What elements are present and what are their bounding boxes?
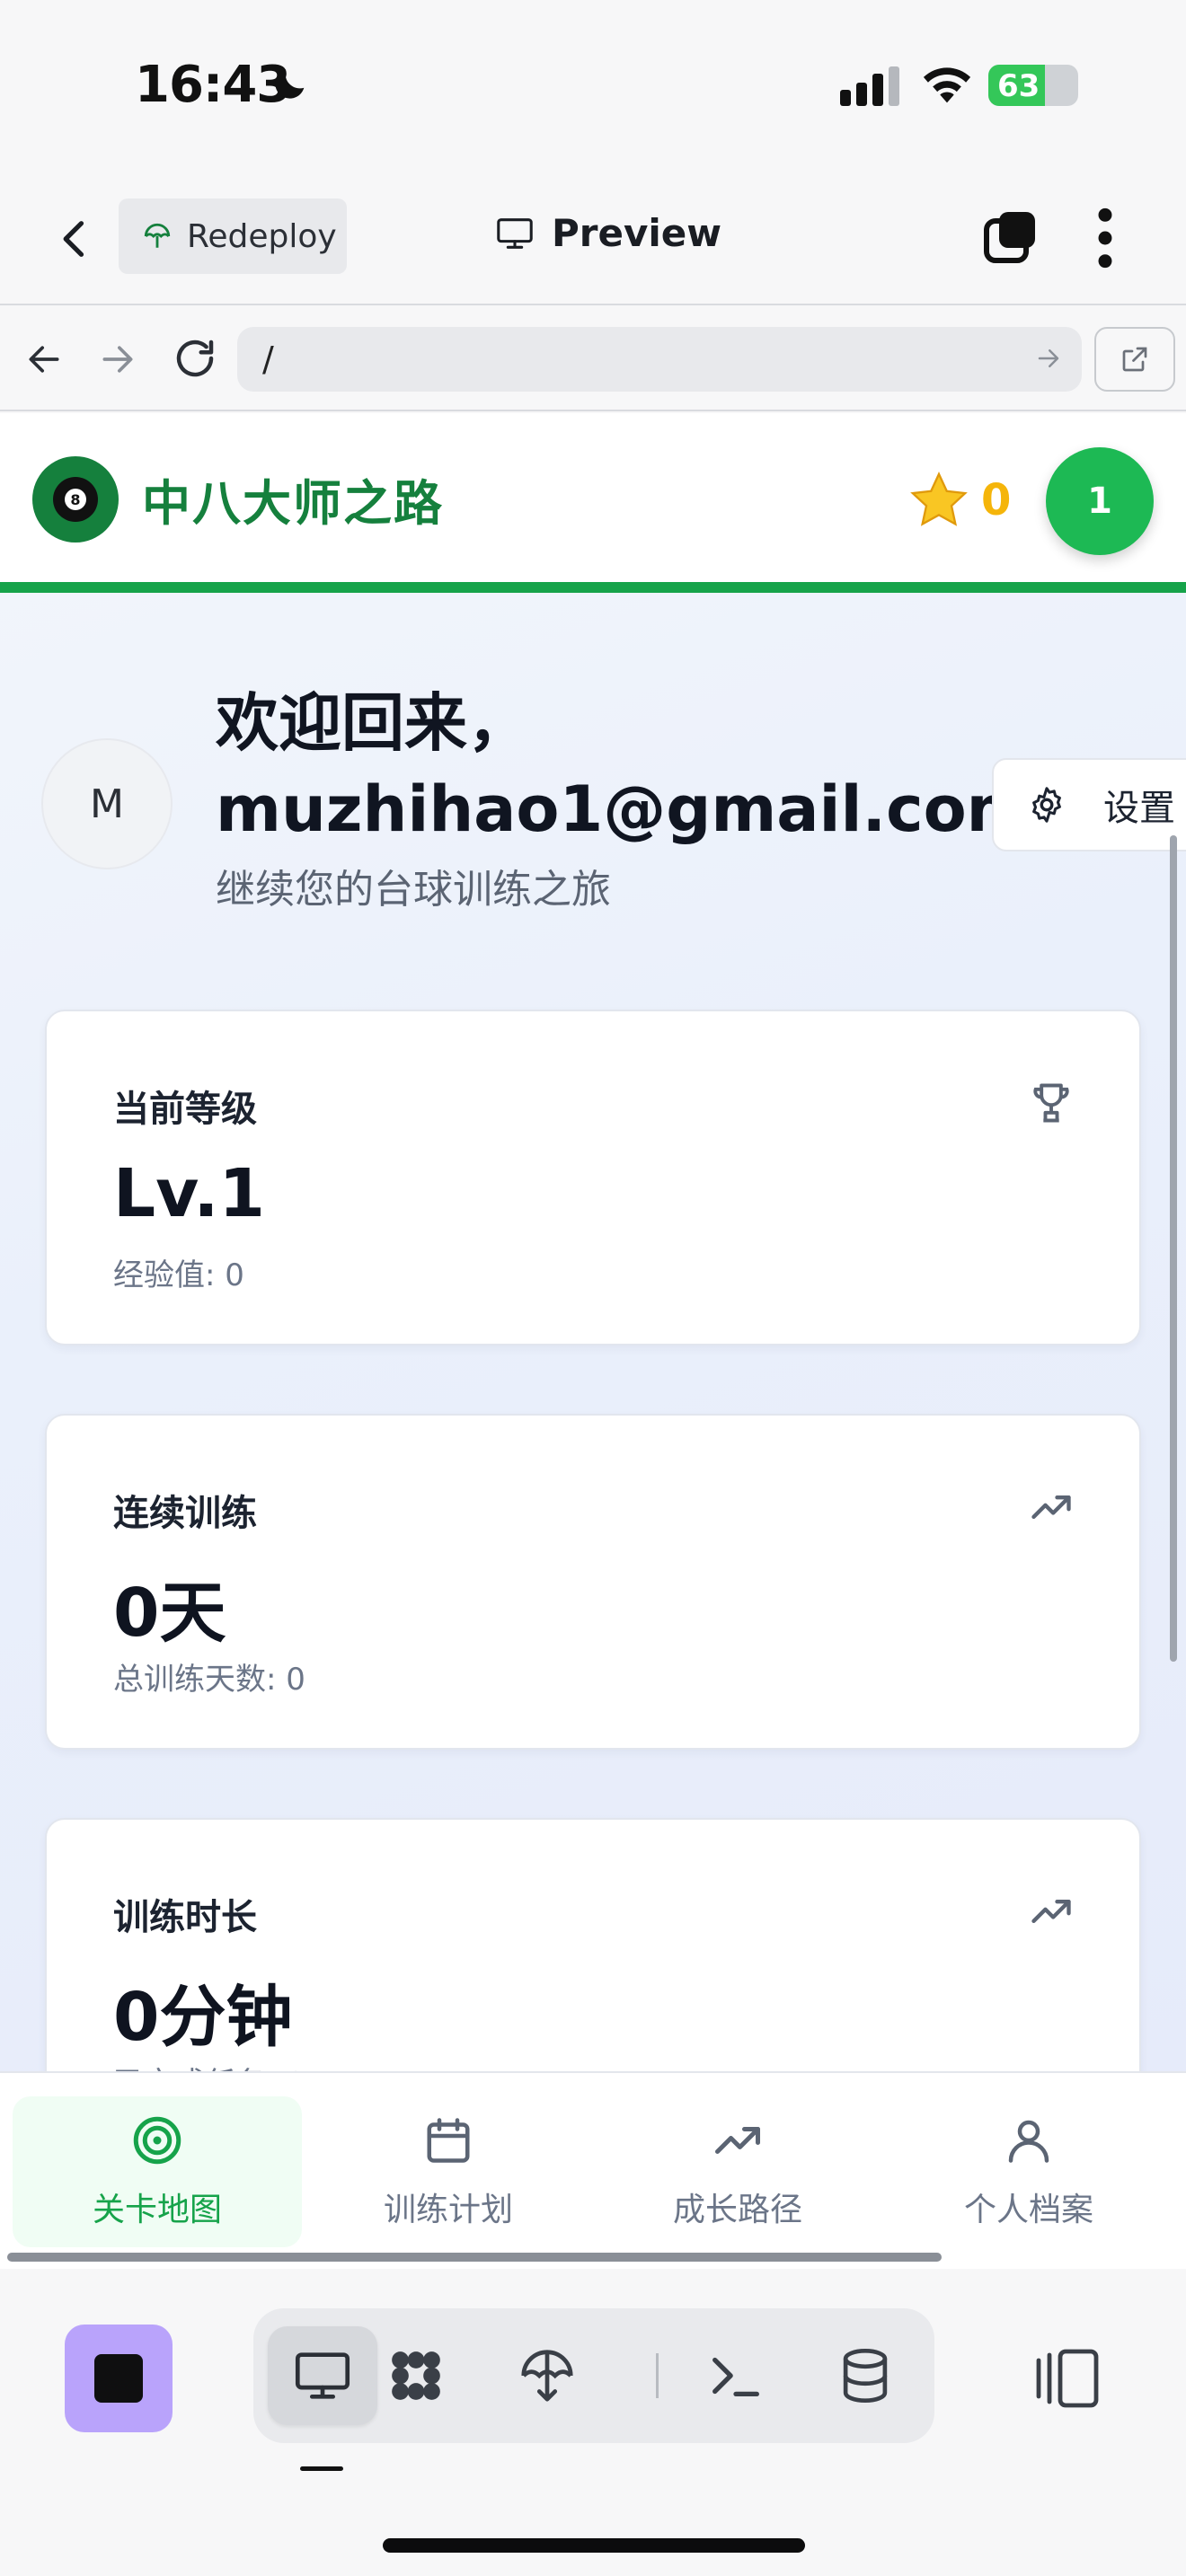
status-time: 16:43 xyxy=(135,56,291,114)
open-external-button[interactable] xyxy=(1094,327,1175,392)
welcome-email: muzhihao1@gmail.com！ xyxy=(216,772,1095,846)
star-counter: 0 xyxy=(907,469,1011,532)
star-count: 0 xyxy=(981,475,1012,525)
monitor-icon xyxy=(295,2352,350,2399)
battery-indicator: 63 xyxy=(988,65,1078,106)
stat-value: 0分钟 xyxy=(113,1979,293,2056)
browser-forward-icon[interactable] xyxy=(97,340,138,379)
trending-up-icon xyxy=(1031,1900,1071,1923)
nav-item-training-plan[interactable]: 训练计划 xyxy=(304,2096,593,2247)
replit-dock xyxy=(0,2269,1186,2576)
active-tool-indicator xyxy=(300,2466,343,2471)
star-icon xyxy=(910,472,968,526)
calendar-icon xyxy=(427,2118,470,2163)
app-viewport: 8 中八大师之路 0 1 M 欢迎回来， muzhihao1@gmail.com… xyxy=(0,413,1186,2073)
back-chevron-icon[interactable] xyxy=(52,214,99,264)
preview-tab-title: Preview xyxy=(494,211,721,255)
go-arrow-icon[interactable] xyxy=(1035,345,1062,372)
shell-tool-button[interactable] xyxy=(681,2326,791,2425)
nav-item-profile[interactable]: 个人档案 xyxy=(884,2096,1173,2247)
moon-icon xyxy=(275,69,305,99)
settings-button[interactable]: 设置 xyxy=(992,758,1186,851)
database-icon xyxy=(843,2348,888,2404)
stat-subtext: 总训练天数: 0 xyxy=(113,1662,305,1698)
stat-card-level: 当前等级 Lv.1 经验值: 0 xyxy=(45,1010,1141,1345)
level-badge[interactable]: 1 xyxy=(1046,447,1154,555)
stat-card-streak: 连续训练 0天 总训练天数: 0 xyxy=(45,1414,1141,1750)
nav-label: 成长路径 xyxy=(672,2192,802,2228)
stop-button[interactable] xyxy=(65,2325,173,2432)
nav-item-level-map[interactable]: 关卡地图 xyxy=(13,2096,302,2247)
app-header: 8 中八大师之路 0 1 xyxy=(0,413,1186,593)
more-options-icon[interactable] xyxy=(1087,207,1123,269)
stop-icon xyxy=(94,2354,143,2403)
eight-ball-logo[interactable]: 8 xyxy=(32,456,119,543)
app-title: 中八大师之路 xyxy=(142,475,444,532)
user-icon xyxy=(1008,2120,1049,2163)
tabs-icon[interactable] xyxy=(981,208,1039,266)
deploy-icon xyxy=(521,2350,573,2402)
welcome-heading: 欢迎回来， xyxy=(216,686,530,760)
stat-value: 0天 xyxy=(113,1575,226,1652)
status-bar: 16:43 63 xyxy=(0,0,1186,171)
shell-icon xyxy=(712,2357,759,2397)
horizontal-scrollbar[interactable] xyxy=(7,2253,942,2262)
stat-value: Lv.1 xyxy=(113,1155,265,1232)
gear-icon xyxy=(1032,787,1061,823)
deploy-tool-button[interactable] xyxy=(492,2326,602,2425)
trophy-icon xyxy=(1033,1083,1069,1123)
vertical-scrollbar[interactable] xyxy=(1170,835,1177,1662)
nav-label: 训练计划 xyxy=(383,2192,513,2228)
battery-percent: 63 xyxy=(997,68,1040,104)
trending-up-icon xyxy=(1031,1495,1071,1519)
bottom-nav: 关卡地图 训练计划 成长路径 个人档案 xyxy=(0,2071,1186,2269)
workflows-tool-button[interactable] xyxy=(361,2326,471,2425)
stat-subtext: 经验值: 0 xyxy=(113,1257,244,1293)
preview-label: Preview xyxy=(552,211,722,255)
welcome-subtitle: 继续您的台球训练之旅 xyxy=(216,867,611,913)
database-tool-button[interactable] xyxy=(810,2326,920,2425)
url-text: / xyxy=(262,340,274,379)
browser-back-icon[interactable] xyxy=(23,340,65,379)
avatar[interactable]: M xyxy=(41,738,173,869)
stat-label: 当前等级 xyxy=(113,1089,257,1130)
stat-label: 训练时长 xyxy=(113,1897,257,1938)
replit-toolbar: Redeploy Preview xyxy=(0,171,1186,305)
cellular-signal-icon xyxy=(840,66,899,106)
nav-label: 个人档案 xyxy=(963,2192,1093,2228)
url-input[interactable]: / xyxy=(237,327,1082,392)
settings-label: 设置 xyxy=(1103,788,1175,829)
redeploy-button[interactable]: Redeploy xyxy=(119,198,347,274)
home-indicator xyxy=(383,2538,805,2553)
eight-ball-icon: 8 xyxy=(53,477,98,522)
tool-switcher xyxy=(253,2308,934,2443)
panels-icon[interactable] xyxy=(1033,2346,1102,2411)
deploy-icon xyxy=(144,223,171,248)
tool-divider xyxy=(656,2353,659,2398)
stat-label: 连续训练 xyxy=(113,1493,257,1534)
url-bar-row: / xyxy=(0,307,1186,411)
stat-card-duration: 训练时长 0分钟 已完成任务: 0 xyxy=(45,1818,1141,2073)
workflows-icon xyxy=(392,2351,440,2400)
monitor-icon xyxy=(497,217,533,249)
redeploy-label: Redeploy xyxy=(187,217,337,255)
wifi-icon xyxy=(923,67,971,103)
target-icon xyxy=(133,2116,181,2165)
trending-up-icon xyxy=(715,2127,760,2154)
nav-label: 关卡地图 xyxy=(92,2192,222,2228)
reload-icon[interactable] xyxy=(171,334,219,383)
external-link-icon xyxy=(1122,347,1147,372)
nav-item-growth-path[interactable]: 成长路径 xyxy=(593,2096,882,2247)
